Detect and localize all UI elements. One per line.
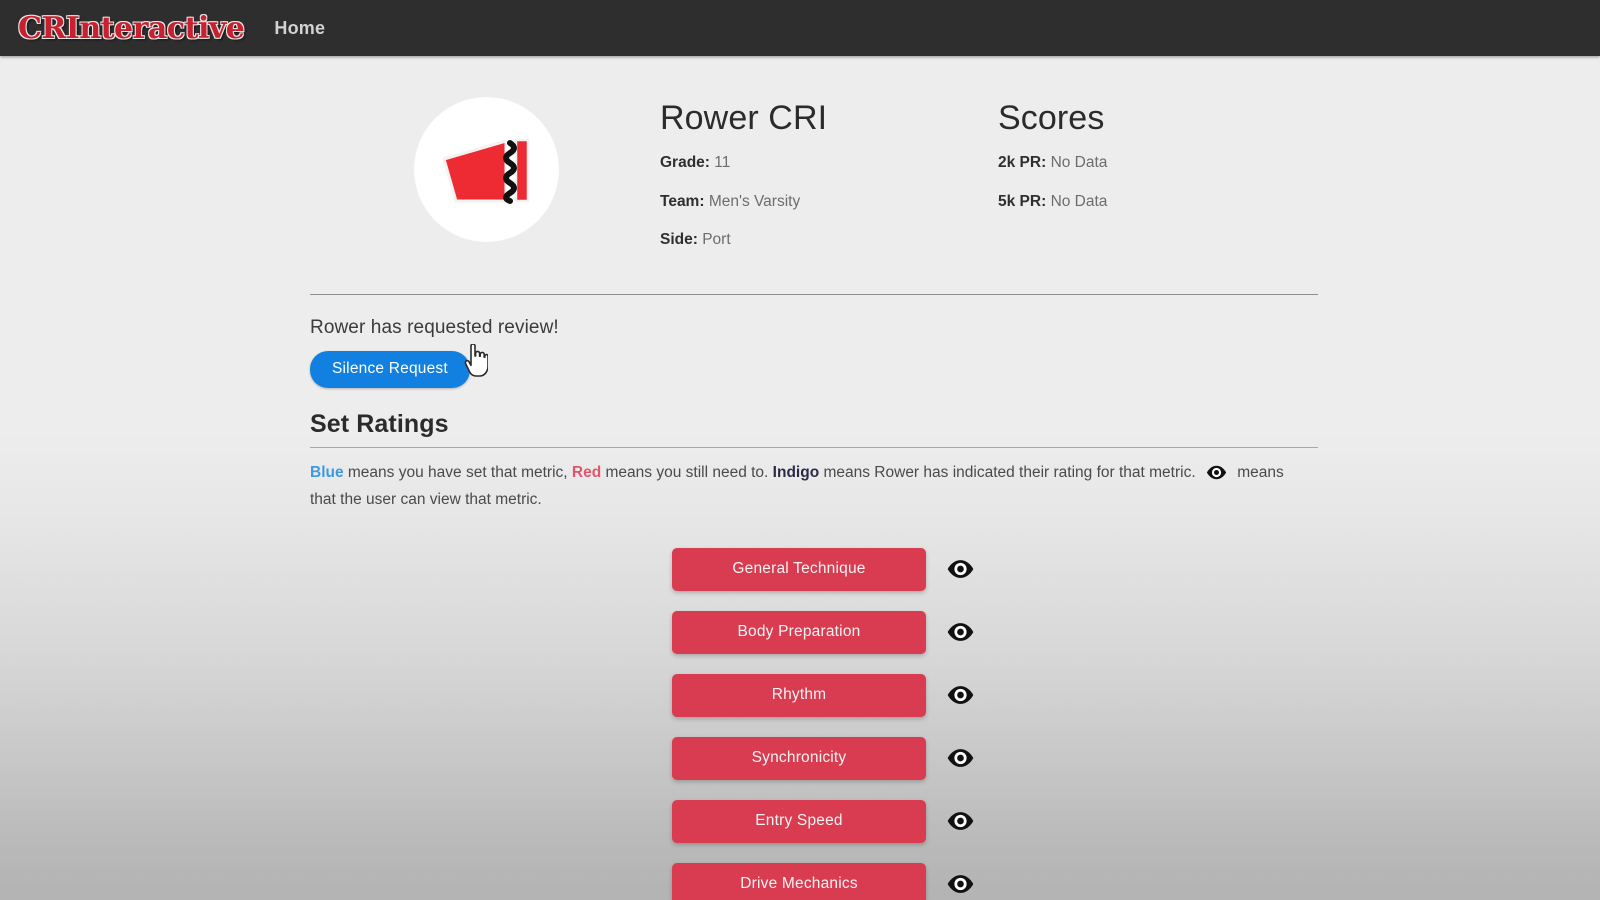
eye-icon[interactable] — [946, 874, 975, 894]
eye-icon[interactable] — [946, 685, 975, 705]
metric-button-body-preparation[interactable]: Body Preparation — [672, 610, 926, 654]
eye-icon — [1206, 464, 1227, 488]
metric-button-general-technique[interactable]: General Technique — [672, 547, 926, 591]
avatar-column — [312, 94, 660, 241]
legend-red-text: means you still need to. — [601, 463, 773, 481]
metric-button-synchronicity[interactable]: Synchronicity — [672, 736, 926, 780]
profile-divider — [310, 293, 1318, 295]
rowing-oar-blade-icon — [440, 129, 532, 211]
profile-header: Rower CRI Grade: 11 Team: Men's Varsity … — [296, 94, 1304, 268]
profile-field-side-value: Port — [702, 230, 731, 248]
top-navbar: CRInteractive Home — [0, 0, 1600, 56]
eye-icon[interactable] — [946, 811, 975, 831]
score-2k-pr-value: No Data — [1050, 154, 1108, 172]
page-title: Rower CRI — [660, 99, 828, 137]
avatar — [414, 98, 558, 241]
metric-row: Synchronicity — [672, 736, 1304, 780]
review-request-message: Rower has requested review! — [310, 316, 559, 338]
metric-row: Rhythm — [672, 673, 1304, 717]
review-request-block: Rower has requested review! Silence Requ… — [296, 295, 1304, 388]
profile-field-grade: Grade: 11 — [660, 153, 998, 173]
eye-icon[interactable] — [946, 748, 975, 768]
metric-button-drive-mechanics[interactable]: Drive Mechanics — [672, 862, 926, 900]
brand-logo[interactable]: CRInteractive — [18, 10, 245, 46]
eye-icon[interactable] — [946, 622, 975, 642]
metric-button-entry-speed[interactable]: Entry Speed — [672, 799, 926, 843]
profile-info-column: Rower CRI Grade: 11 Team: Men's Varsity … — [660, 94, 998, 268]
metrics-list: General Technique Body Preparation Rhyth… — [296, 547, 1304, 900]
scores-column: Scores 2k PR: No Data 5k PR: No Data — [998, 94, 1298, 230]
eye-icon[interactable] — [946, 559, 975, 579]
legend-blue-text: means you have set that metric, — [343, 463, 572, 481]
score-5k-pr-value: No Data — [1050, 192, 1108, 210]
brand-logo-text: CRInteractive — [18, 10, 245, 46]
profile-field-grade-value: 11 — [714, 154, 731, 172]
legend-red-word: Red — [571, 463, 602, 481]
ratings-legend: Blue means you have set that metric, Red… — [296, 461, 1304, 512]
legend-indigo-text: means Rower has indicated their rating f… — [819, 463, 1200, 481]
nav-link-home[interactable]: Home — [274, 18, 325, 39]
profile-field-team-label: Team: — [660, 192, 705, 210]
legend-blue-word: Blue — [310, 463, 344, 481]
set-ratings-rule — [310, 446, 1318, 448]
profile-field-team-value: Men's Varsity — [708, 192, 801, 210]
profile-field-grade-label: Grade: — [660, 154, 710, 172]
profile-field-side-label: Side: — [660, 230, 698, 248]
metric-row: Entry Speed — [672, 799, 1304, 843]
metric-row: Drive Mechanics — [672, 862, 1304, 900]
score-2k-pr: 2k PR: No Data — [998, 153, 1298, 173]
score-2k-pr-label: 2k PR: — [998, 154, 1047, 172]
legend-indigo-word: Indigo — [772, 463, 820, 481]
silence-request-button[interactable]: Silence Request — [310, 350, 470, 388]
metric-row: General Technique — [672, 547, 1304, 591]
scores-title: Scores — [998, 99, 1105, 137]
profile-field-side: Side: Port — [660, 230, 998, 250]
score-5k-pr-label: 5k PR: — [998, 192, 1047, 210]
page-container: Rower CRI Grade: 11 Team: Men's Varsity … — [296, 56, 1318, 900]
set-ratings-title: Set Ratings — [310, 409, 449, 438]
metric-row: Body Preparation — [672, 610, 1304, 654]
profile-field-team: Team: Men's Varsity — [660, 192, 998, 212]
score-5k-pr: 5k PR: No Data — [998, 192, 1298, 212]
metric-button-rhythm[interactable]: Rhythm — [672, 673, 926, 717]
